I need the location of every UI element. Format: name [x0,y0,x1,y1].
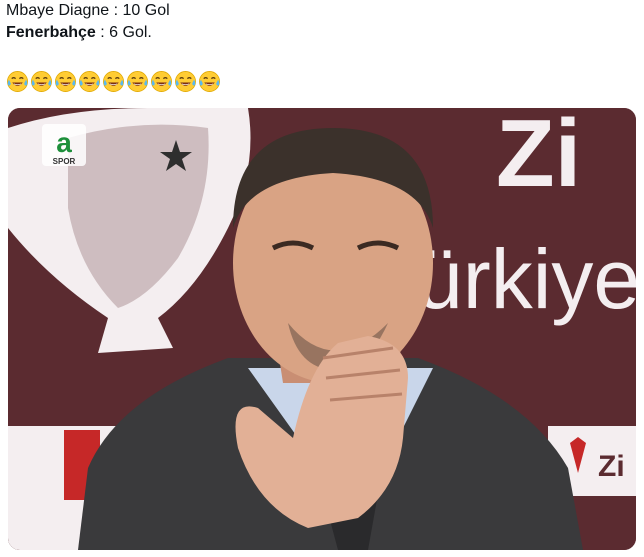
face-with-tears-of-joy-icon [151,71,172,92]
emoji-row [6,70,221,93]
face-with-tears-of-joy-icon [127,71,148,92]
tweet-line-1: Mbaye Diagne : 10 Gol [6,2,170,19]
tweet-photo[interactable]: a SPOR Zi ürkiye Zi [8,108,636,550]
tweet-text: Mbaye Diagne : 10 Gol Fenerbahçe : 6 Gol… [6,0,636,44]
channel-logo-sub: SPOR [53,157,76,166]
backdrop-text-main: ürkiye [416,232,636,326]
face-with-tears-of-joy-icon [79,71,100,92]
photo-scene: a SPOR Zi ürkiye Zi [8,108,636,550]
sponsor-text: Zi [598,450,625,483]
team-goals: : 6 Gol. [95,24,152,41]
tweet-line-2: Fenerbahçe : 6 Gol. [6,22,636,44]
face-with-tears-of-joy-icon [175,71,196,92]
face-with-tears-of-joy-icon [199,71,220,92]
face-with-tears-of-joy-icon [55,71,76,92]
backdrop-text-top: Zi [496,108,581,207]
channel-logo-letter: a [56,127,72,158]
face-with-tears-of-joy-icon [7,71,28,92]
face-with-tears-of-joy-icon [103,71,124,92]
face-with-tears-of-joy-icon [31,71,52,92]
team-name: Fenerbahçe [6,24,96,41]
